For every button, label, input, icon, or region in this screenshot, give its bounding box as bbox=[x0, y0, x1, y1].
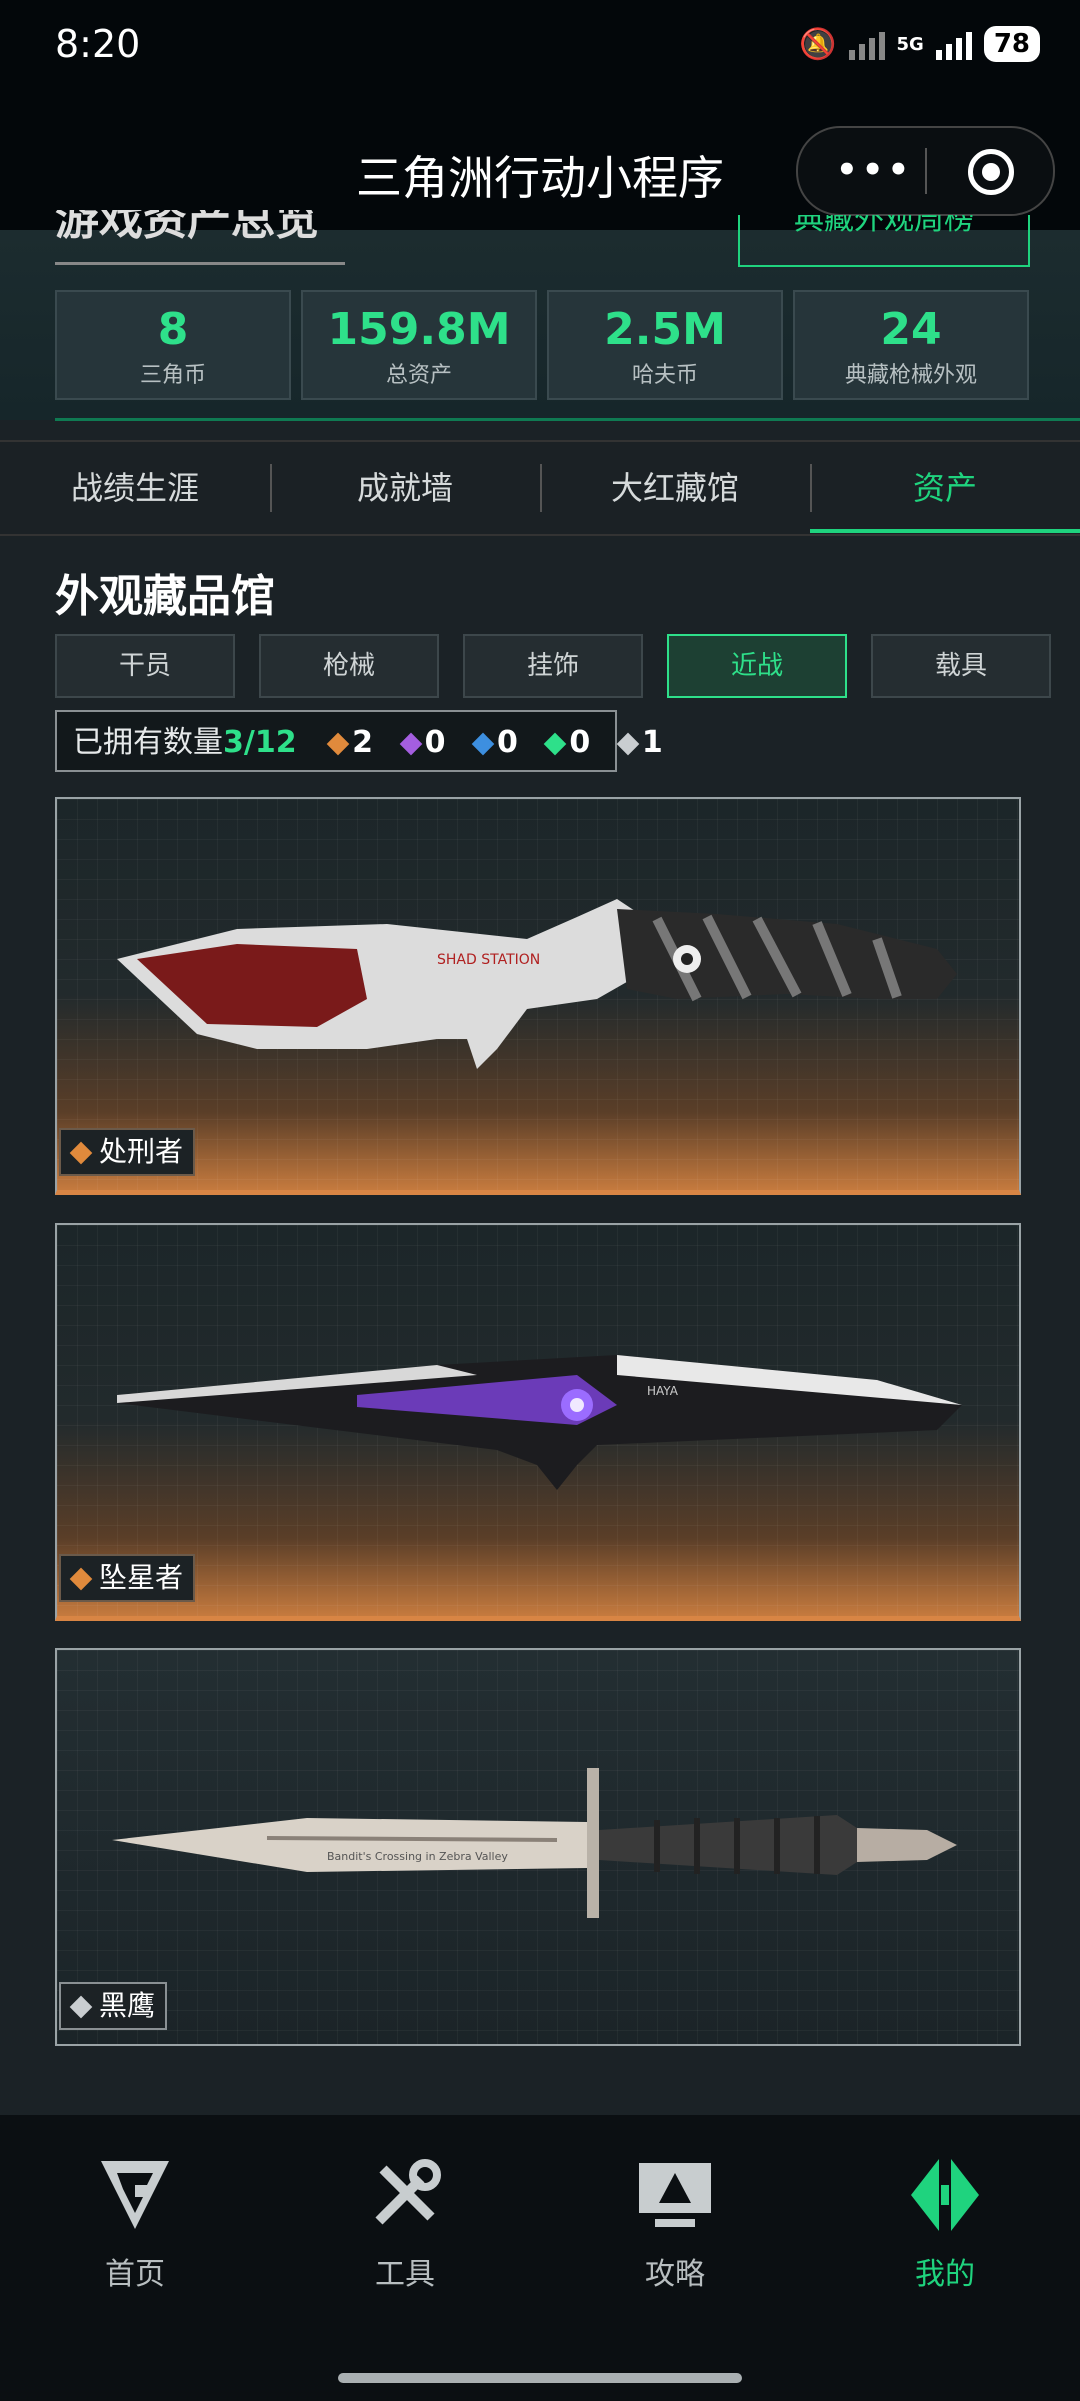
orange-rarity-icon bbox=[69, 1141, 93, 1165]
profile-tabs: 战绩生涯 成就墙 大红藏馆 资产 bbox=[0, 440, 1080, 536]
capsule-divider bbox=[925, 148, 927, 194]
knife-engraving: Bandit's Crossing in Zebra Valley bbox=[327, 1850, 508, 1863]
nav-label: 攻略 bbox=[645, 2257, 705, 2292]
item-name-tag: 坠星者 bbox=[59, 1554, 196, 1602]
home-indicator[interactable] bbox=[338, 2373, 742, 2383]
signal-icon bbox=[848, 28, 885, 60]
more-button[interactable]: ••• bbox=[836, 150, 913, 190]
stat-label: 三角币 bbox=[139, 363, 206, 388]
filter-charms[interactable]: 挂饰 bbox=[463, 634, 643, 698]
home-logo-icon bbox=[101, 2161, 169, 2229]
stats-divider bbox=[55, 418, 1080, 421]
tab-assets[interactable]: 资产 bbox=[810, 442, 1080, 534]
rarity-count: 0 bbox=[496, 725, 518, 760]
blue-rarity-icon bbox=[471, 732, 495, 755]
knife-engraving: SHAD STATION bbox=[437, 952, 540, 968]
white-rarity-icon bbox=[69, 1995, 93, 2019]
profile-logo-icon bbox=[911, 2159, 979, 2231]
nav-label: 工具 bbox=[375, 2257, 435, 2292]
bottom-nav: 首页 工具 攻略 我的 bbox=[0, 2115, 1080, 2401]
tools-icon bbox=[375, 2159, 441, 2225]
status-time: 8:20 bbox=[55, 22, 141, 66]
status-icons: 🔕 5G 78 bbox=[799, 26, 1040, 62]
orange-rarity-icon bbox=[69, 1567, 93, 1591]
item-card-executioner[interactable]: SHAD STATION 处刑者 bbox=[55, 797, 1021, 1195]
network-type-label: 5G bbox=[896, 33, 924, 55]
close-target-icon[interactable] bbox=[968, 149, 1014, 195]
nav-label: 首页 bbox=[105, 2257, 165, 2292]
stat-label: 哈夫币 bbox=[631, 363, 698, 388]
orange-rarity-icon bbox=[326, 732, 350, 755]
rarity-count: 1 bbox=[641, 725, 663, 760]
filter-melee[interactable]: 近战 bbox=[667, 634, 847, 698]
nav-home[interactable]: 首页 bbox=[0, 2155, 270, 2293]
item-name: 坠星者 bbox=[99, 1561, 184, 1594]
item-card-black-hawk[interactable]: Bandit's Crossing in Zebra Valley 黑鹰 bbox=[55, 1648, 1021, 2046]
mute-icon: 🔕 bbox=[799, 26, 837, 62]
tab-red-collection[interactable]: 大红藏馆 bbox=[540, 442, 810, 534]
stat-card-coins: 8 三角币 bbox=[55, 290, 291, 400]
green-rarity-icon bbox=[544, 732, 567, 755]
filter-guns[interactable]: 枪械 bbox=[259, 634, 439, 698]
stat-value: 2.5M bbox=[604, 304, 726, 355]
executioner-knife-image: SHAD STATION bbox=[117, 899, 957, 1069]
black-hawk-knife-image: Bandit's Crossing in Zebra Valley bbox=[112, 1768, 957, 1918]
item-name: 黑鹰 bbox=[99, 1989, 156, 2022]
overview-title: 游戏资产总览 bbox=[55, 210, 319, 245]
overview-underline bbox=[55, 262, 345, 265]
white-rarity-icon bbox=[616, 732, 640, 755]
owned-label: 已拥有数量 bbox=[73, 725, 223, 760]
stat-value: 24 bbox=[880, 304, 942, 355]
status-bar: 8:20 🔕 5G 78 bbox=[0, 0, 1080, 110]
nav-label: 我的 bbox=[915, 2257, 975, 2292]
filter-operators[interactable]: 干员 bbox=[55, 634, 235, 698]
item-name-tag: 处刑者 bbox=[59, 1128, 196, 1176]
purple-rarity-icon bbox=[399, 732, 422, 755]
item-name: 处刑者 bbox=[99, 1135, 184, 1168]
collection-title: 外观藏品馆 bbox=[55, 571, 275, 622]
rarity-count: 2 bbox=[352, 725, 374, 760]
stat-card-total-assets: 159.8M 总资产 bbox=[301, 290, 537, 400]
active-tab-indicator bbox=[810, 529, 1080, 533]
nav-profile[interactable]: 我的 bbox=[810, 2155, 1080, 2293]
stat-value: 159.8M bbox=[327, 304, 511, 355]
nav-tools[interactable]: 工具 bbox=[270, 2155, 540, 2293]
tab-achievements[interactable]: 成就墙 bbox=[270, 442, 540, 534]
battery-icon: 78 bbox=[983, 26, 1040, 62]
owned-count: 3/12 bbox=[223, 725, 297, 760]
item-card-star-faller[interactable]: HAYA 坠星者 bbox=[55, 1223, 1021, 1621]
star-faller-knife-image: HAYA bbox=[117, 1355, 962, 1490]
nav-guide[interactable]: 攻略 bbox=[540, 2155, 810, 2293]
stat-label: 总资产 bbox=[385, 363, 452, 388]
rarity-count: 0 bbox=[424, 725, 446, 760]
stat-value: 8 bbox=[157, 304, 189, 355]
filter-vehicles[interactable]: 载具 bbox=[871, 634, 1051, 698]
stat-card-haf-coins: 2.5M 哈夫币 bbox=[547, 290, 783, 400]
stat-label: 典藏枪械外观 bbox=[844, 363, 977, 388]
weekly-ranking-button[interactable]: 典藏外观周榜 bbox=[738, 215, 1030, 267]
tab-career[interactable]: 战绩生涯 bbox=[0, 442, 270, 534]
mini-program-capsule: ••• bbox=[796, 126, 1055, 216]
guide-monitor-icon bbox=[639, 2163, 711, 2227]
item-name-tag: 黑鹰 bbox=[59, 1982, 168, 2030]
knife-engraving: HAYA bbox=[647, 1384, 679, 1398]
rarity-count: 0 bbox=[569, 725, 591, 760]
signal-5g-icon bbox=[935, 28, 972, 60]
owned-count-bar: 已拥有数量3/12 2 0 0 0 1 bbox=[55, 710, 663, 772]
stat-card-gun-skins: 24 典藏枪械外观 bbox=[793, 290, 1029, 400]
